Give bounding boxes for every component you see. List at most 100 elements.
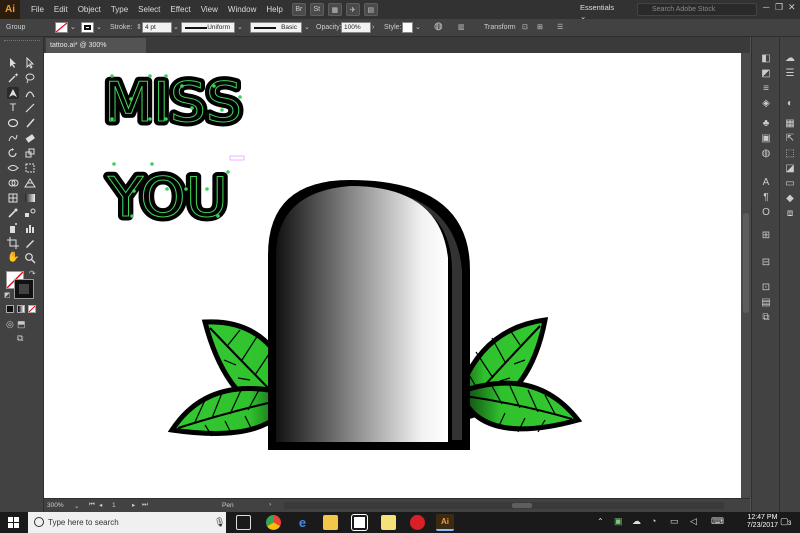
curvature-tool-icon[interactable] (24, 87, 36, 99)
zoom-level[interactable]: 300% (47, 502, 64, 509)
chevron-down-icon[interactable]: ⌄ (237, 22, 243, 33)
sticky-notes-icon[interactable] (381, 515, 396, 530)
graphic-styles-icon[interactable]: ▣ (760, 133, 772, 145)
stroke-weight-field[interactable]: 4 pt (142, 22, 172, 33)
system-clock[interactable]: 12:47 PM 7/23/2017 (747, 514, 778, 530)
magic-wand-tool-icon[interactable]: ✦ (7, 72, 19, 84)
eyedropper-tool-icon[interactable] (7, 207, 19, 219)
graphic-style-swatch[interactable] (402, 22, 413, 33)
adobe-stock-search-input[interactable]: Search Adobe Stock (637, 3, 757, 16)
transform-panel-icon[interactable]: ⊡ (760, 282, 772, 294)
paintbrush-tool-icon[interactable] (24, 117, 36, 129)
menu-type[interactable]: Type (106, 5, 133, 14)
perspective-grid-tool-icon[interactable] (24, 177, 36, 189)
task-view-icon[interactable] (236, 515, 251, 530)
creative-cloud-icon[interactable] (410, 515, 425, 530)
variable-width-profile[interactable]: Uniform (181, 22, 235, 33)
artboard-tool-icon[interactable] (7, 237, 19, 249)
workspace-switcher[interactable]: Essentials ⌄ (580, 3, 620, 21)
menu-object[interactable]: Object (73, 5, 106, 14)
brush-definition[interactable]: Basic (250, 22, 302, 33)
properties-icon[interactable]: ☰ (784, 68, 796, 80)
screen-mode-icon[interactable]: ⧉ (17, 333, 23, 344)
type-tool-icon[interactable]: T (7, 102, 19, 114)
symbols-icon[interactable]: ♣ (760, 118, 772, 130)
hand-tool-icon[interactable]: ✋ (7, 252, 19, 264)
menu-window[interactable]: Window (223, 5, 261, 14)
stroke-stepper-icon[interactable]: ⇕ (136, 22, 142, 33)
menu-effect[interactable]: Effect (165, 5, 195, 14)
menu-edit[interactable]: Edit (49, 5, 73, 14)
scroll-thumb[interactable] (743, 213, 749, 313)
zoom-tool-icon[interactable] (24, 252, 36, 264)
feedback-icon[interactable]: ▤ (363, 3, 378, 16)
blend-tool-icon[interactable] (24, 207, 36, 219)
layers-icon[interactable]: ◆ (784, 193, 796, 205)
battery-icon[interactable]: ▭ (670, 516, 679, 527)
stock-button[interactable]: St (309, 3, 324, 16)
minimize-icon[interactable]: ─ (763, 2, 769, 12)
pathfinder-icon[interactable]: ⊟ (760, 257, 772, 269)
artboard-number[interactable]: 1 (112, 502, 116, 509)
opacity-field[interactable]: 100% (341, 22, 371, 33)
store-icon[interactable] (351, 514, 368, 531)
hscroll-thumb[interactable] (512, 503, 532, 508)
tray-app-icon[interactable]: ▣ (614, 516, 623, 527)
mesh-tool-icon[interactable] (7, 192, 19, 204)
pen-tool-icon[interactable] (7, 87, 19, 99)
bridge-button[interactable]: Br (291, 3, 306, 16)
recolor-artwork-icon[interactable]: ◍ (434, 22, 443, 32)
close-icon[interactable]: ✕ (788, 2, 796, 13)
panel-grip[interactable] (4, 40, 40, 43)
windows-start-icon[interactable] (0, 512, 26, 533)
chevron-down-icon[interactable]: ⌄ (415, 22, 421, 33)
gradient-panel-icon[interactable]: ▭ (784, 178, 796, 190)
isolate-group-icon[interactable]: ⊡ (522, 22, 528, 33)
draw-inside-icon[interactable]: ⬒ (17, 319, 26, 330)
taskbar-search-input[interactable]: Type here to search 🎙 (28, 512, 226, 533)
default-colors-icon[interactable]: ◩ (4, 291, 11, 299)
draw-mode-icon[interactable]: ◎ (6, 319, 14, 330)
chevron-right-icon[interactable]: › (372, 22, 374, 33)
asset-export-icon[interactable]: ⬚ (784, 148, 796, 160)
wifi-icon[interactable]: ◔ (651, 516, 656, 526)
rotate-tool-icon[interactable] (7, 147, 19, 159)
prev-artboard-icon[interactable]: ◂ (99, 501, 102, 509)
network-icon[interactable]: ☁ (632, 516, 641, 527)
eraser-tool-icon[interactable] (24, 132, 36, 144)
color-mode-icon[interactable] (6, 305, 14, 313)
chevron-down-icon[interactable]: ⌄ (304, 22, 310, 33)
slice-tool-icon[interactable] (24, 237, 36, 249)
arrange-documents-icon[interactable]: ▦ (327, 3, 342, 16)
edge-icon[interactable]: e (295, 515, 310, 530)
shape-builder-tool-icon[interactable] (7, 177, 19, 189)
gradient-tool-icon[interactable] (24, 192, 36, 204)
menu-view[interactable]: View (196, 5, 223, 14)
arrange-icon[interactable]: ⊞ (537, 22, 543, 33)
stroke-swatch[interactable] (81, 22, 94, 33)
brushes-icon[interactable]: ◍ (760, 148, 772, 160)
color-guide-icon[interactable]: ◐ (784, 98, 796, 110)
navigator-icon[interactable]: ▤ (760, 297, 772, 309)
ellipse-tool-icon[interactable] (7, 117, 19, 129)
links-icon[interactable]: ⧈ (784, 208, 796, 220)
horizontal-scrollbar[interactable] (284, 502, 724, 509)
fill-swatch[interactable] (55, 22, 68, 33)
restore-icon[interactable]: ❐ (775, 2, 783, 13)
none-mode-icon[interactable] (28, 305, 36, 313)
microphone-icon[interactable]: 🎙 (214, 512, 225, 533)
stroke-color-swatch[interactable] (14, 279, 34, 299)
opentype-icon[interactable]: O (760, 207, 772, 219)
transparency-icon[interactable]: ◩ (760, 68, 772, 80)
file-explorer-icon[interactable] (323, 515, 338, 530)
vertical-scrollbar[interactable] (741, 53, 751, 498)
first-artboard-icon[interactable]: ⏮ (89, 501, 95, 509)
transform-link[interactable]: Transform (484, 22, 516, 33)
menu-select[interactable]: Select (133, 5, 165, 14)
libraries-icon[interactable]: ☁ (784, 53, 796, 65)
keyboard-icon[interactable]: ⌨ (711, 516, 724, 527)
shaper-tool-icon[interactable] (7, 132, 19, 144)
chevron-down-icon[interactable]: ⌄ (173, 22, 179, 33)
last-artboard-icon[interactable]: ⏭ (142, 501, 148, 509)
selection-tool-icon[interactable] (7, 57, 19, 69)
